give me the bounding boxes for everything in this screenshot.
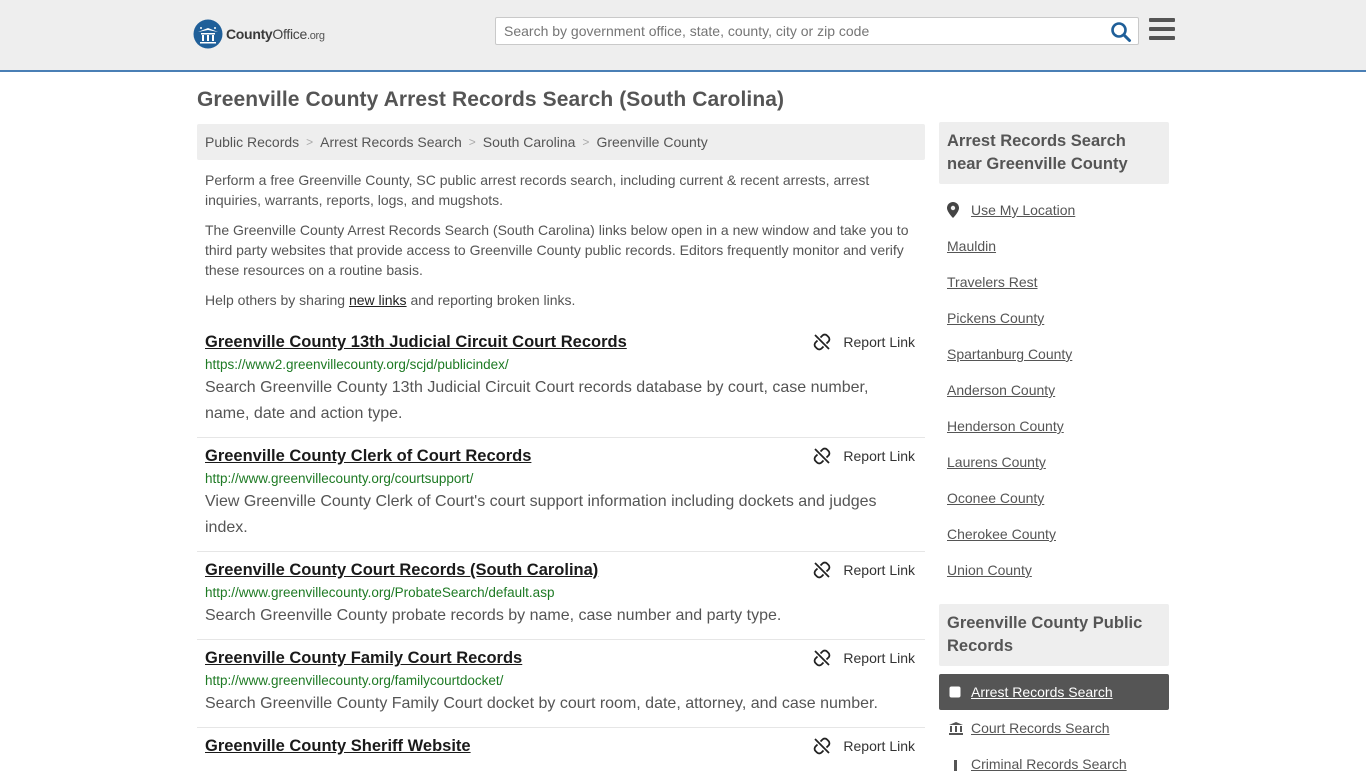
breadcrumb-separator: > (582, 135, 590, 149)
nearby-item-travelers-rest[interactable]: Travelers Rest (939, 264, 1169, 300)
breadcrumb: Public Records > Arrest Records Search >… (197, 124, 925, 160)
nearby-item-anderson-county[interactable]: Anderson County (939, 372, 1169, 408)
result-item: Greenville County Sheriff Website Report… (197, 728, 925, 767)
criminal-icon (949, 757, 963, 771)
nearby-link[interactable]: Laurens County (947, 454, 1046, 470)
search-input[interactable] (496, 18, 1096, 44)
public-records-block: Greenville County Public Records Arrest … (939, 604, 1169, 782)
page-title: Greenville County Arrest Records Search … (197, 88, 785, 111)
logo-seal-icon (193, 19, 223, 49)
nearby-heading: Arrest Records Search near Greenville Co… (939, 122, 1169, 184)
result-item: Greenville County Clerk of Court Records… (197, 438, 925, 552)
broken-link-icon (814, 649, 831, 667)
site-logo[interactable]: CountyOffice.org (193, 19, 325, 49)
square-icon (949, 686, 963, 698)
result-description: Search Greenville County probate records… (205, 607, 782, 624)
nearby-link[interactable]: Spartanburg County (947, 346, 1072, 362)
public-records-link[interactable]: Court Records Search (971, 720, 1110, 736)
result-description: View Greenville County Clerk of Court's … (205, 493, 877, 536)
result-title-link[interactable]: Greenville County Clerk of Court Records (205, 445, 531, 467)
public-records-item-arrest[interactable]: Arrest Records Search (939, 674, 1169, 710)
breadcrumb-separator: > (468, 135, 476, 149)
result-title-link[interactable]: Greenville County Family Court Records (205, 647, 522, 669)
nearby-item-union-county[interactable]: Union County (939, 552, 1169, 588)
new-links-link[interactable]: new links (349, 292, 407, 308)
hamburger-menu-icon[interactable] (1149, 18, 1175, 42)
result-description: Search Greenville County Family Court do… (205, 695, 878, 712)
intro-paragraph-2: The Greenville County Arrest Records Sea… (205, 222, 909, 278)
result-title-link[interactable]: Greenville County 13th Judicial Circuit … (205, 331, 627, 353)
public-records-list: Arrest Records Search Court Records Sear… (939, 666, 1169, 782)
search-box (495, 17, 1139, 45)
intro-paragraph-3: Help others by sharing new links and rep… (205, 292, 576, 308)
map-marker-icon (947, 202, 963, 218)
main-content: Public Records > Arrest Records Search >… (197, 124, 925, 767)
result-url: http://www.greenvillecounty.org/courtsup… (205, 471, 474, 486)
result-item: Greenville County 13th Judicial Circuit … (197, 324, 925, 438)
result-item: Greenville County Family Court Records R… (197, 640, 925, 728)
result-title-link[interactable]: Greenville County Sheriff Website (205, 735, 471, 757)
result-url: http://www.greenvillecounty.org/ProbateS… (205, 585, 555, 600)
nearby-item-laurens-county[interactable]: Laurens County (939, 444, 1169, 480)
breadcrumb-south-carolina[interactable]: South Carolina (483, 134, 576, 150)
breadcrumb-greenville-county[interactable]: Greenville County (596, 134, 707, 150)
report-link-button[interactable]: Report Link (813, 333, 915, 351)
result-url: http://www.greenvillecounty.org/familyco… (205, 673, 504, 688)
nearby-item-henderson-county[interactable]: Henderson County (939, 408, 1169, 444)
result-title-link[interactable]: Greenville County Court Records (South C… (205, 559, 598, 581)
result-url: https://www2.greenvillecounty.org/scjd/p… (205, 357, 509, 372)
nearby-link[interactable]: Henderson County (947, 418, 1064, 434)
nearby-link[interactable]: Travelers Rest (947, 274, 1038, 290)
report-link-button[interactable]: Report Link (813, 447, 915, 465)
result-item: Greenville County Court Records (South C… (197, 552, 925, 640)
report-link-button[interactable]: Report Link (813, 649, 915, 667)
public-records-heading: Greenville County Public Records (939, 604, 1169, 666)
nearby-item-cherokee-county[interactable]: Cherokee County (939, 516, 1169, 552)
intro-paragraph-1: Perform a free Greenville County, SC pub… (205, 172, 870, 208)
report-link-button[interactable]: Report Link (813, 561, 915, 579)
use-my-location-item[interactable]: Use My Location (939, 192, 1169, 228)
nearby-link[interactable]: Union County (947, 562, 1032, 578)
broken-link-icon (814, 561, 831, 579)
nearby-list: Use My Location Mauldin Travelers Rest P… (939, 184, 1169, 588)
use-my-location-link[interactable]: Use My Location (971, 202, 1075, 218)
nearby-link[interactable]: Oconee County (947, 490, 1044, 506)
breadcrumb-separator: > (306, 135, 314, 149)
report-link-button[interactable]: Report Link (813, 737, 915, 755)
public-records-link[interactable]: Criminal Records Search (971, 756, 1127, 772)
nearby-link[interactable]: Mauldin (947, 238, 996, 254)
broken-link-icon (814, 737, 831, 755)
public-records-item-criminal[interactable]: Criminal Records Search (939, 746, 1169, 782)
report-link-label: Report Link (843, 562, 915, 578)
logo-text: CountyOffice.org (226, 26, 325, 42)
public-records-item-court[interactable]: Court Records Search (939, 710, 1169, 746)
courthouse-icon (949, 721, 963, 735)
nearby-item-pickens-county[interactable]: Pickens County (939, 300, 1169, 336)
nearby-link[interactable]: Cherokee County (947, 526, 1056, 542)
result-description: Search Greenville County 13th Judicial C… (205, 379, 869, 422)
breadcrumb-arrest-records-search[interactable]: Arrest Records Search (320, 134, 462, 150)
nearby-item-oconee-county[interactable]: Oconee County (939, 480, 1169, 516)
report-link-label: Report Link (843, 738, 915, 754)
report-link-label: Report Link (843, 448, 915, 464)
report-link-label: Report Link (843, 334, 915, 350)
nearby-item-mauldin[interactable]: Mauldin (939, 228, 1169, 264)
results-list: Greenville County 13th Judicial Circuit … (197, 324, 925, 767)
report-link-label: Report Link (843, 650, 915, 666)
top-header: CountyOffice.org (0, 0, 1366, 72)
public-records-link[interactable]: Arrest Records Search (971, 684, 1113, 700)
nearby-link[interactable]: Anderson County (947, 382, 1055, 398)
nearby-item-spartanburg-county[interactable]: Spartanburg County (939, 336, 1169, 372)
search-icon[interactable] (1110, 21, 1132, 43)
nearby-link[interactable]: Pickens County (947, 310, 1044, 326)
sidebar: Arrest Records Search near Greenville Co… (939, 122, 1169, 782)
breadcrumb-public-records[interactable]: Public Records (205, 134, 299, 150)
broken-link-icon (814, 333, 831, 351)
broken-link-icon (814, 447, 831, 465)
